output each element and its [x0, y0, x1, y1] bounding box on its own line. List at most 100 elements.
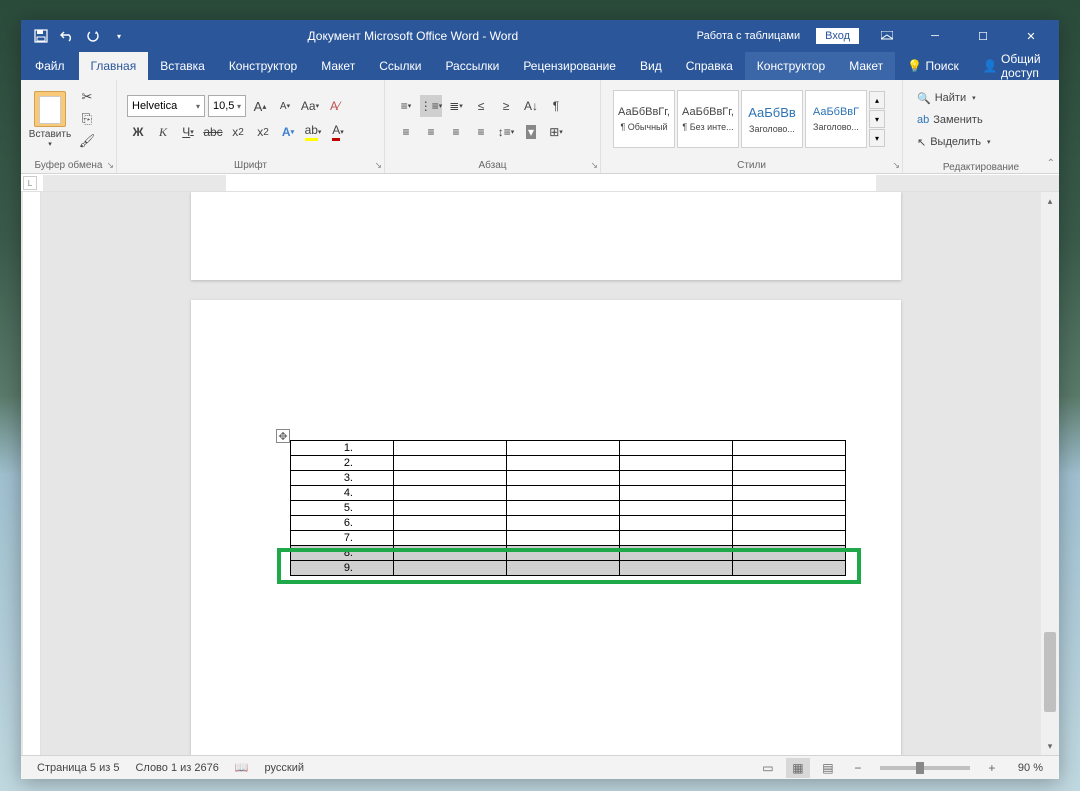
tab-help[interactable]: Справка: [674, 52, 745, 80]
sort-icon[interactable]: A↓: [520, 95, 542, 117]
lightbulb-icon: 💡: [907, 59, 922, 73]
decrease-indent-icon[interactable]: ≤: [470, 95, 492, 117]
styles-scroll-up-icon[interactable]: ▴: [869, 91, 885, 109]
tab-table-layout[interactable]: Макет: [837, 52, 895, 80]
styles-launcher-icon[interactable]: ↘: [892, 160, 900, 171]
copy-icon[interactable]: ⎘: [77, 109, 97, 129]
styles-more-icon[interactable]: ▾: [869, 129, 885, 147]
zoom-slider[interactable]: [880, 766, 970, 770]
tab-table-design[interactable]: Конструктор: [745, 52, 837, 80]
scroll-down-icon[interactable]: ▾: [1041, 737, 1059, 755]
undo-icon[interactable]: [57, 26, 77, 46]
shrink-font-icon[interactable]: A▾: [274, 95, 296, 117]
scroll-thumb[interactable]: [1044, 632, 1056, 712]
qat-dropdown-icon[interactable]: ▾: [109, 26, 129, 46]
table-row: 6.: [291, 516, 846, 531]
tab-selector-icon[interactable]: L: [23, 176, 37, 190]
increase-indent-icon[interactable]: ≥: [495, 95, 517, 117]
format-painter-icon[interactable]: 🖌: [77, 131, 97, 151]
tab-design[interactable]: Конструктор: [217, 52, 309, 80]
language-status[interactable]: русский: [257, 762, 312, 774]
paragraph-launcher-icon[interactable]: ↘: [590, 160, 598, 171]
minimize-button[interactable]: ─: [915, 21, 955, 51]
vertical-scrollbar[interactable]: ▴ ▾: [1041, 192, 1059, 755]
text-effects-icon[interactable]: A▾: [277, 121, 299, 143]
align-left-icon[interactable]: ≡: [395, 121, 417, 143]
paste-button[interactable]: Вставить ▾: [27, 91, 73, 148]
read-mode-icon[interactable]: ▭: [756, 758, 780, 778]
subscript-button[interactable]: x2: [227, 121, 249, 143]
paragraph-group-label: Абзац: [478, 160, 506, 171]
vertical-ruler[interactable]: [23, 192, 41, 755]
select-button[interactable]: ↖Выделить▾: [917, 132, 990, 152]
cut-icon[interactable]: ✂: [77, 87, 97, 107]
styles-scroll-down-icon[interactable]: ▾: [869, 110, 885, 128]
find-button[interactable]: 🔍Найти▾: [917, 88, 990, 108]
bullets-icon[interactable]: ≡▾: [395, 95, 417, 117]
previous-page[interactable]: [191, 192, 901, 280]
horizontal-ruler[interactable]: L: [21, 174, 1059, 192]
shading-icon[interactable]: ▾: [520, 121, 542, 143]
page-number-status[interactable]: Страница 5 из 5: [29, 762, 127, 774]
web-layout-icon[interactable]: ▤: [816, 758, 840, 778]
zoom-out-icon[interactable]: −: [846, 758, 870, 778]
ribbon-display-options-icon[interactable]: [867, 21, 907, 51]
strikethrough-button[interactable]: abc: [202, 121, 224, 143]
bold-button[interactable]: Ж: [127, 121, 149, 143]
collapse-ribbon-icon[interactable]: ⌃: [1047, 158, 1055, 169]
superscript-button[interactable]: x2: [252, 121, 274, 143]
redo-icon[interactable]: [83, 26, 103, 46]
change-case-icon[interactable]: Aa▾: [299, 95, 321, 117]
style-no-spacing[interactable]: АаБбВвГг,¶ Без инте...: [677, 90, 739, 148]
tab-references[interactable]: Ссылки: [367, 52, 433, 80]
grow-font-icon[interactable]: A▴: [249, 95, 271, 117]
borders-icon[interactable]: ⊞▾: [545, 121, 567, 143]
line-spacing-icon[interactable]: ↕≡▾: [495, 121, 517, 143]
editing-group-label: Редактирование: [943, 162, 1019, 173]
table-move-handle-icon[interactable]: ✥: [276, 429, 290, 443]
tab-layout[interactable]: Макет: [309, 52, 367, 80]
maximize-button[interactable]: ☐: [963, 21, 1003, 51]
page[interactable]: ✥ 1. 2. 3. 4. 5. 6. 7. 8. 9.: [191, 300, 901, 755]
style-normal[interactable]: АаБбВвГг,¶ Обычный: [613, 90, 675, 148]
justify-icon[interactable]: ≡: [470, 121, 492, 143]
sign-in-button[interactable]: Вход: [816, 28, 859, 44]
numbering-icon[interactable]: ⋮≡▾: [420, 95, 442, 117]
tab-view[interactable]: Вид: [628, 52, 674, 80]
font-color-icon[interactable]: A▾: [327, 121, 349, 143]
tab-mailings[interactable]: Рассылки: [433, 52, 511, 80]
replace-button[interactable]: abЗаменить: [917, 110, 990, 130]
print-layout-icon[interactable]: ▦: [786, 758, 810, 778]
tab-review[interactable]: Рецензирование: [511, 52, 628, 80]
align-center-icon[interactable]: ≡: [420, 121, 442, 143]
search-button[interactable]: 💡 Поиск: [895, 52, 971, 80]
document-table[interactable]: 1. 2. 3. 4. 5. 6. 7. 8. 9.: [290, 440, 846, 576]
font-name-combo[interactable]: Helvetica▾: [127, 95, 205, 117]
zoom-level[interactable]: 90 %: [1010, 762, 1051, 774]
word-count-status[interactable]: Слово 1 из 2676: [127, 762, 226, 774]
tab-file[interactable]: Файл: [21, 52, 79, 80]
person-icon: 👤: [983, 59, 998, 73]
clipboard-launcher-icon[interactable]: ↘: [106, 160, 114, 171]
table-row: 4.: [291, 486, 846, 501]
find-icon: 🔍: [917, 92, 931, 105]
tab-insert[interactable]: Вставка: [148, 52, 217, 80]
share-button[interactable]: 👤 Общий доступ: [971, 52, 1059, 80]
highlight-color-icon[interactable]: ab▾: [302, 121, 324, 143]
close-button[interactable]: ✕: [1011, 21, 1051, 51]
zoom-in-icon[interactable]: +: [980, 758, 1004, 778]
scroll-up-icon[interactable]: ▴: [1041, 192, 1059, 210]
align-right-icon[interactable]: ≡: [445, 121, 467, 143]
italic-button[interactable]: К: [152, 121, 174, 143]
style-heading1[interactable]: АаБбВвЗаголово...: [741, 90, 803, 148]
clear-formatting-icon[interactable]: A⁄: [324, 95, 346, 117]
underline-button[interactable]: Ч▾: [177, 121, 199, 143]
show-paragraph-marks-icon[interactable]: ¶: [545, 95, 567, 117]
multilevel-list-icon[interactable]: ≣▾: [445, 95, 467, 117]
tab-home[interactable]: Главная: [79, 52, 149, 80]
font-launcher-icon[interactable]: ↘: [374, 160, 382, 171]
save-icon[interactable]: [31, 26, 51, 46]
style-heading2[interactable]: АаБбВвГЗаголово...: [805, 90, 867, 148]
font-size-combo[interactable]: 10,5▾: [208, 95, 246, 117]
spell-check-icon[interactable]: 📖: [227, 761, 257, 774]
